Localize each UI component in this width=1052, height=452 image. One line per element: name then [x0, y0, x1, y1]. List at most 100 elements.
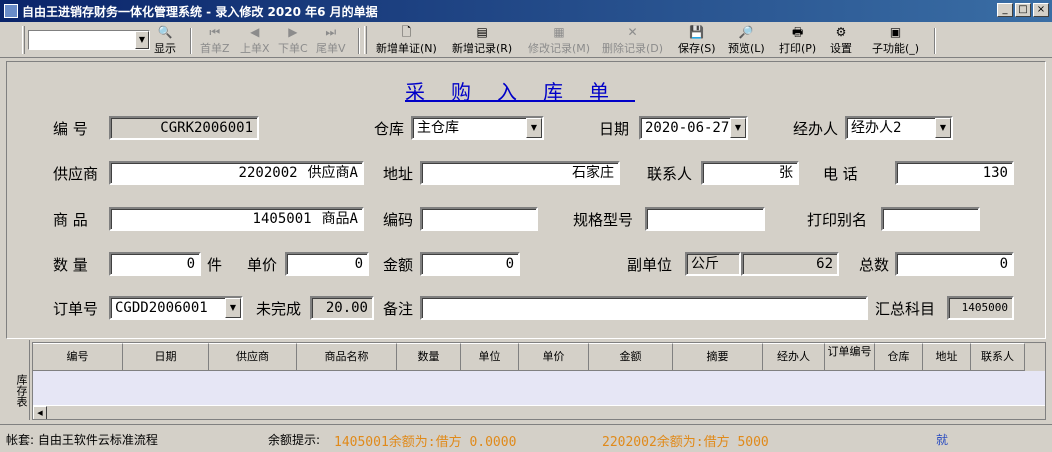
next-button[interactable]: ▶ 下单C	[278, 24, 308, 56]
subfunction-button[interactable]: ▣ 子功能(_)	[872, 24, 919, 56]
window-controls: _ □ ×	[997, 3, 1049, 17]
grid-col-header[interactable]: 联系人	[971, 343, 1025, 371]
toolbar-grip-2[interactable]	[364, 26, 367, 54]
scroll-left-icon[interactable]: ◀	[33, 406, 47, 419]
status-link[interactable]: 就	[936, 431, 948, 448]
print-button[interactable]: 🖶 打印(P)	[779, 24, 816, 56]
new-voucher-button[interactable]: 🗋 新增单证(N)	[376, 24, 437, 56]
prev-icon: ◀	[250, 25, 260, 39]
grid-col-header[interactable]: 地址	[923, 343, 971, 371]
note-field[interactable]	[420, 296, 868, 320]
date-label: 日期	[599, 120, 630, 138]
grid-col-header[interactable]: 经办人	[763, 343, 825, 371]
grid-col-header[interactable]: 仓库	[875, 343, 923, 371]
next-label: 下单C	[278, 42, 308, 55]
grid-col-header[interactable]: 订单编号	[825, 343, 875, 371]
first-icon: ⏮	[209, 25, 221, 39]
voucher-form: 采购入库单 编 号 CGRK2006001 仓库 主仓库 ▼ 日期 2020-06…	[6, 61, 1046, 339]
horizontal-scrollbar[interactable]: ◀	[33, 405, 1045, 419]
grid-col-header[interactable]: 数量	[397, 343, 461, 371]
warehouse-value: 主仓库	[417, 120, 459, 136]
new-record-label: 新增记录(R)	[452, 42, 513, 55]
save-icon: 💾	[689, 25, 705, 39]
grid-col-header[interactable]: 商品名称	[297, 343, 397, 371]
balance-info-2: 2202002余额为:借方 5000	[602, 435, 769, 450]
date-picker[interactable]: 2020-06-27 ▼	[639, 116, 748, 140]
amount-label: 金额	[383, 256, 414, 274]
inventory-grid[interactable]: 编号 日期 供应商 商品名称 数量 单位 单价 金额 摘要 经办人 订单编号 仓…	[32, 342, 1046, 420]
contact-label: 联系人	[647, 165, 693, 183]
contact-field[interactable]: 张	[701, 161, 799, 185]
unfinished-label: 未完成	[256, 300, 302, 318]
edit-record-icon: ▦	[553, 25, 565, 39]
save-button[interactable]: 💾 保存(S)	[678, 24, 716, 56]
total-field[interactable]: 0	[895, 252, 1014, 276]
handler-label: 经办人	[793, 120, 839, 138]
supplier-field[interactable]: 2202002 供应商A	[109, 161, 364, 185]
order-no-select[interactable]: CGDD2006001 ▼	[109, 296, 243, 320]
new-record-button[interactable]: ▤ 新增记录(R)	[452, 24, 512, 56]
warehouse-select[interactable]: 主仓库 ▼	[411, 116, 544, 140]
toolbar-grip[interactable]	[22, 26, 25, 54]
sub-unit-label: 副单位	[627, 256, 673, 274]
last-button[interactable]: ⏭ 尾单V	[316, 24, 346, 56]
edit-record-label: 修改记录(M)	[528, 42, 591, 55]
form-title: 采购入库单	[405, 80, 635, 104]
grid-col-header[interactable]: 单价	[519, 343, 589, 371]
date-value: 2020-06-27	[645, 120, 730, 136]
address-label: 地址	[383, 165, 414, 183]
chevron-down-icon[interactable]: ▼	[225, 298, 241, 318]
inventory-side-tab[interactable]: 库存表	[6, 340, 30, 420]
first-label: 首单Z	[200, 42, 230, 55]
minimize-button[interactable]: _	[997, 3, 1013, 17]
printer-icon: 🖶	[791, 25, 804, 39]
grid-header: 编号 日期 供应商 商品名称 数量 单位 单价 金额 摘要 经办人 订单编号 仓…	[33, 343, 1045, 371]
qty-label: 数 量	[53, 256, 88, 274]
title-bar: 自由王进销存财务一体化管理系统 - 录入修改 2020 年6 月的单据 _ □ …	[0, 0, 1052, 22]
grid-col-header[interactable]: 供应商	[209, 343, 297, 371]
new-record-icon: ▤	[476, 25, 488, 39]
maximize-button[interactable]: □	[1015, 3, 1031, 17]
grid-col-header[interactable]: 单位	[461, 343, 519, 371]
balance-label: 余额提示:	[268, 433, 321, 447]
prev-button[interactable]: ◀ 上单X	[240, 24, 270, 56]
new-voucher-label: 新增单证(N)	[376, 42, 437, 55]
spec-field[interactable]	[645, 207, 765, 231]
chevron-down-icon[interactable]: ▼	[526, 118, 542, 138]
grid-col-header[interactable]: 编号	[33, 343, 123, 371]
grid-col-header[interactable]: 金额	[589, 343, 673, 371]
edit-record-button[interactable]: ▦ 修改记录(M)	[528, 24, 590, 56]
phone-field[interactable]: 130	[895, 161, 1014, 185]
chevron-down-icon[interactable]: ▼	[935, 118, 951, 138]
goods-code-field[interactable]	[420, 207, 538, 231]
settings-label: 设置	[830, 42, 852, 55]
first-button[interactable]: ⏮ 首单Z	[200, 24, 230, 56]
subfunction-icon: ▣	[889, 25, 902, 39]
chevron-down-icon[interactable]: ▼	[730, 118, 746, 138]
grid-col-header[interactable]: 摘要	[673, 343, 763, 371]
unit-label: 件	[207, 256, 223, 274]
filter-combo[interactable]: ▼	[28, 30, 150, 50]
address-field[interactable]: 石家庄	[420, 161, 620, 185]
search-icon: 🔍	[157, 25, 173, 39]
qty-field[interactable]: 0	[109, 252, 201, 276]
chevron-down-icon[interactable]: ▼	[135, 31, 149, 49]
preview-button[interactable]: 🔎 预览(L)	[728, 24, 765, 56]
settings-button[interactable]: ⚙ 设置	[830, 24, 852, 56]
delete-record-button[interactable]: ✕ 删除记录(D)	[602, 24, 663, 56]
status-bar: 帐套: 自由王软件云标准流程 余额提示: 1405001余额为:借方 0.000…	[0, 424, 1052, 452]
goods-field[interactable]: 1405001 商品A	[109, 207, 364, 231]
delete-record-icon: ✕	[627, 25, 638, 39]
preview-label: 预览(L)	[728, 42, 765, 55]
price-field[interactable]: 0	[285, 252, 369, 276]
close-button[interactable]: ×	[1033, 3, 1049, 17]
settings-icon: ⚙	[835, 25, 847, 39]
inventory-grid-area: 库存表 编号 日期 供应商 商品名称 数量 单位 单价 金额 摘要 经办人 订单…	[6, 340, 1046, 420]
grid-col-header[interactable]: 日期	[123, 343, 209, 371]
print-alias-field[interactable]	[881, 207, 980, 231]
amount-field[interactable]: 0	[420, 252, 520, 276]
show-button[interactable]: 🔍 显示	[154, 24, 176, 56]
show-label: 显示	[154, 42, 176, 55]
balance-info-1: 1405001余额为:借方 0.0000	[334, 435, 517, 450]
handler-select[interactable]: 经办人2 ▼	[845, 116, 953, 140]
